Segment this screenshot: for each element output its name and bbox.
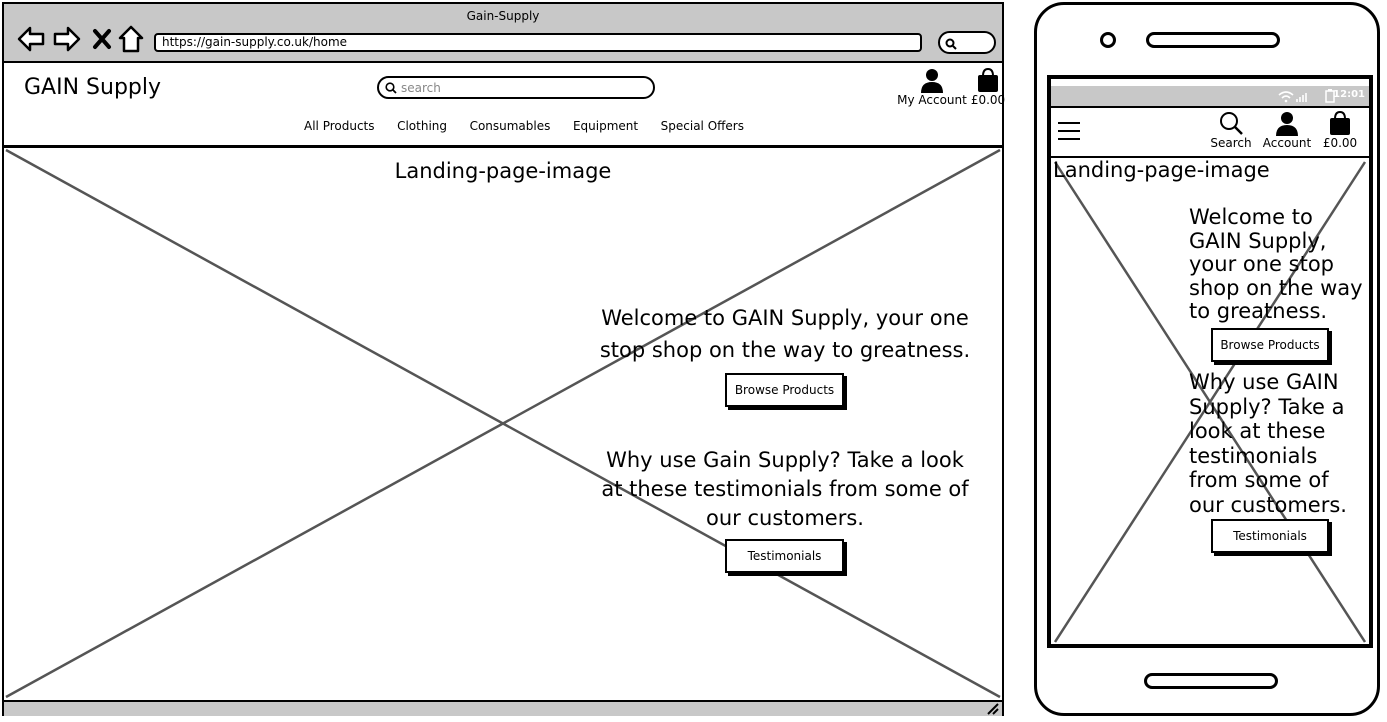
welcome-line: Welcome to GAIN Supply, your one (601, 306, 969, 330)
welcome-line: to greatness. (1189, 299, 1328, 323)
desktop-browser-window: Gain-Supply https://gain-supply.co.uk/ho… (2, 2, 1005, 716)
mobile-search-link[interactable]: Search (1203, 110, 1259, 150)
mobile-basket-total: £0.00 (1322, 136, 1358, 150)
site-header: GAIN Supply search My Account £0.00 All … (4, 63, 1005, 148)
mobile-phone-frame: 12:01 Search Account £0.00 Landing-page-… (1034, 2, 1380, 716)
nav-equipment[interactable]: Equipment (573, 119, 638, 133)
welcome-line: shop on the way (1189, 275, 1363, 300)
hamburger-menu-icon[interactable] (1057, 120, 1081, 142)
shopping-bag-icon (1330, 110, 1350, 135)
browser-search-pill[interactable] (938, 31, 996, 54)
nav-consumables[interactable]: Consumables (470, 119, 551, 133)
back-arrow-icon[interactable] (16, 26, 46, 52)
mobile-landing-hero: Landing-page-image Welcome to GAIN Suppl… (1053, 156, 1367, 646)
mobile-header: Search Account £0.00 (1051, 106, 1369, 158)
mobile-testimonials-text: Why use GAIN Supply? Take a look at thes… (1189, 370, 1369, 517)
welcome-line: Welcome to (1189, 205, 1313, 229)
search-placeholder: search (401, 81, 441, 95)
phone-home-button[interactable] (1144, 673, 1278, 689)
mobile-welcome-text: Welcome to GAIN Supply, your one stop sh… (1189, 205, 1369, 324)
my-account-link[interactable]: My Account (894, 67, 970, 107)
why-line: testimonials (1189, 443, 1318, 468)
nav-clothing[interactable]: Clothing (397, 119, 447, 133)
home-icon[interactable] (118, 25, 144, 53)
site-logo[interactable]: GAIN Supply (24, 75, 161, 100)
mobile-search-label: Search (1210, 136, 1252, 150)
phone-screen: 12:01 Search Account £0.00 Landing-page-… (1047, 75, 1373, 648)
image-placeholder-cross (5, 148, 1001, 699)
search-icon (945, 38, 957, 50)
why-line: at these testimonials from some of (601, 477, 969, 501)
main-nav: All Products Clothing Consumables Equipm… (304, 119, 744, 133)
browser-status-bar (4, 700, 1002, 716)
welcome-line: stop shop on the way to greatness. (599, 338, 971, 362)
browse-products-button[interactable]: Browse Products (725, 373, 844, 407)
mobile-account-label: Account (1262, 136, 1312, 150)
resize-grip-icon[interactable] (986, 703, 1000, 715)
welcome-line: your one stop (1189, 252, 1335, 276)
mobile-basket-link[interactable]: £0.00 (1317, 110, 1363, 150)
welcome-line: GAIN Supply, (1189, 228, 1327, 253)
address-bar[interactable]: https://gain-supply.co.uk/home (154, 33, 922, 52)
search-icon (385, 82, 397, 94)
why-line: Why use GAIN (1189, 370, 1339, 394)
testimonials-button[interactable]: Testimonials (725, 539, 844, 573)
mobile-account-link[interactable]: Account (1259, 110, 1315, 150)
welcome-text: Welcome to GAIN Supply, your one stop sh… (580, 302, 990, 366)
landing-hero: Landing-page-image Welcome to GAIN Suppl… (4, 148, 1002, 700)
browser-title-bar: Gain-Supply https://gain-supply.co.uk/ho… (4, 4, 1002, 63)
forward-arrow-icon[interactable] (52, 26, 82, 52)
user-icon (921, 69, 943, 93)
hero-image-label: Landing-page-image (394, 159, 612, 183)
nav-all-products[interactable]: All Products (304, 119, 375, 133)
why-line: our customers. (706, 506, 864, 530)
nav-special-offers[interactable]: Special Offers (661, 119, 744, 133)
status-time: 12:01 (1333, 89, 1365, 100)
phone-camera (1100, 32, 1116, 48)
shopping-bag-icon (978, 67, 998, 92)
why-line: Why use Gain Supply? Take a look (606, 448, 964, 472)
basket-link[interactable]: £0.00 (968, 67, 1008, 107)
why-line: our customers. (1189, 492, 1347, 517)
testimonials-text: Why use Gain Supply? Take a look at thes… (580, 446, 990, 533)
window-title: Gain-Supply (466, 9, 540, 23)
mobile-testimonials-button[interactable]: Testimonials (1211, 519, 1329, 553)
mobile-browse-products-button[interactable]: Browse Products (1211, 328, 1329, 362)
basket-total: £0.00 (970, 93, 1006, 107)
phone-speaker (1146, 32, 1280, 48)
my-account-label: My Account (897, 93, 967, 107)
why-line: look at these (1189, 419, 1326, 443)
search-icon (1220, 112, 1243, 135)
user-icon (1276, 112, 1298, 136)
why-line: Supply? Take a (1189, 394, 1345, 419)
close-x-icon[interactable] (92, 28, 112, 50)
mobile-hero-image-label: Landing-page-image (1053, 158, 1270, 182)
wifi-icon (1278, 91, 1307, 103)
site-search-input[interactable]: search (377, 76, 655, 99)
why-line: from some of (1189, 468, 1329, 492)
phone-status-bar: 12:01 (1051, 86, 1369, 106)
